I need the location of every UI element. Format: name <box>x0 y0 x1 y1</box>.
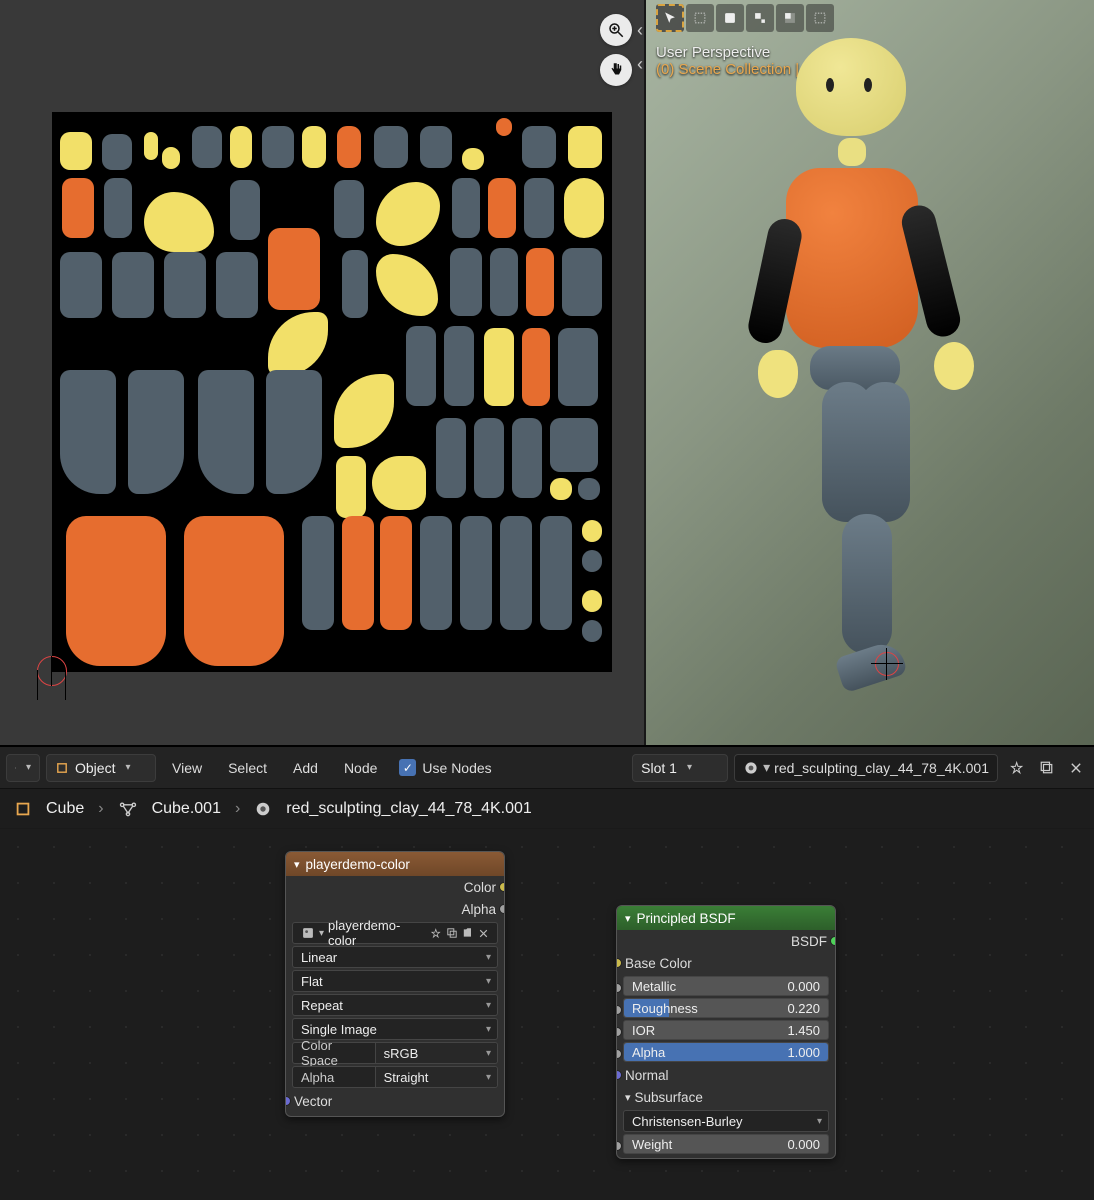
metallic-value-field[interactable]: Metallic 0.000 <box>623 976 829 996</box>
chevron-right-icon: › <box>98 800 103 818</box>
editor-type-dropdown[interactable]: ▾ <box>6 754 40 782</box>
breadcrumb-item[interactable]: red_sculpting_clay_44_78_4K.001 <box>286 800 532 818</box>
material-slot-dropdown[interactable]: Slot 1▾ <box>632 754 728 782</box>
mode-dropdown[interactable]: Object▾ <box>46 754 156 782</box>
node-editor-header: ▾ Object▾ View Select Add Node ✓ Use Nod… <box>0 747 1094 789</box>
new-material-icon[interactable] <box>1034 756 1058 780</box>
viewport-3d-panel[interactable]: User Perspective (0) Scene Collection | … <box>646 0 1094 745</box>
collapse-arrow-icon[interactable]: ‹ <box>637 20 643 41</box>
subsurface-weight-field[interactable]: Weight 0.000 <box>623 1134 829 1154</box>
zoom-button[interactable] <box>600 14 632 46</box>
material-icon <box>254 800 272 818</box>
uv-editor-panel: ‹ ‹ <box>0 0 646 745</box>
node-header[interactable]: ▾ Principled BSDF <box>617 906 835 930</box>
input-basecolor-socket[interactable]: Base Color <box>617 952 835 974</box>
collapse-arrow-icon[interactable]: ‹ <box>637 54 643 75</box>
output-alpha-socket[interactable]: Alpha <box>286 898 504 920</box>
node-canvas[interactable]: ▾ playerdemo-color Color Alpha ▾ playerd… <box>0 829 1094 1196</box>
subsurface-section-toggle[interactable]: ▾ Subsurface <box>617 1086 835 1108</box>
fake-user-icon[interactable] <box>1004 756 1028 780</box>
node-grid-background <box>0 829 1094 1196</box>
pan-button[interactable] <box>600 54 632 86</box>
principled-bsdf-node[interactable]: ▾ Principled BSDF BSDF Base Color Metall… <box>616 905 836 1159</box>
node-path-breadcrumb: Cube › Cube.001 › red_sculpting_clay_44_… <box>0 789 1094 829</box>
source-dropdown[interactable]: Single Image▾ <box>292 1018 498 1040</box>
chevron-right-icon: › <box>235 800 240 818</box>
subsurface-method-dropdown[interactable]: Christensen-Burley▾ <box>623 1110 829 1132</box>
breadcrumb-item[interactable]: Cube <box>46 800 84 818</box>
output-bsdf-socket[interactable]: BSDF <box>617 930 835 952</box>
colorspace-dropdown[interactable]: Color Space sRGB▾ <box>292 1042 498 1064</box>
menu-node[interactable]: Node <box>334 760 387 776</box>
alpha-value-field[interactable]: Alpha 1.000 <box>623 1042 829 1062</box>
uv-texture-canvas[interactable] <box>52 112 612 672</box>
menu-view[interactable]: View <box>162 760 212 776</box>
roughness-value-field[interactable]: Roughness 0.220 <box>623 998 829 1018</box>
input-vector-socket[interactable]: Vector <box>286 1090 504 1112</box>
breadcrumb-item[interactable]: Cube.001 <box>152 800 221 818</box>
unlink-material-icon[interactable] <box>1064 756 1088 780</box>
cursor-2d-icon <box>37 656 67 686</box>
alpha-mode-dropdown[interactable]: Alpha Straight▾ <box>292 1066 498 1088</box>
checkbox-checked-icon[interactable]: ✓ <box>399 759 416 776</box>
projection-dropdown[interactable]: Flat▾ <box>292 970 498 992</box>
menu-add[interactable]: Add <box>283 760 328 776</box>
image-texture-node[interactable]: ▾ playerdemo-color Color Alpha ▾ playerd… <box>285 851 505 1117</box>
extension-dropdown[interactable]: Repeat▾ <box>292 994 498 1016</box>
interpolation-dropdown[interactable]: Linear▾ <box>292 946 498 968</box>
output-color-socket[interactable]: Color <box>286 876 504 898</box>
cursor-3d-icon <box>871 648 903 680</box>
menu-select[interactable]: Select <box>218 760 277 776</box>
image-datablock-field[interactable]: ▾ playerdemo-color <box>292 922 498 944</box>
mesh-icon <box>118 800 138 818</box>
node-editor-panel: ▾ Object▾ View Select Add Node ✓ Use Nod… <box>0 745 1094 1200</box>
material-datablock-field[interactable]: ▾ red_sculpting_clay_44_78_4K.001 <box>734 754 998 782</box>
use-nodes-toggle[interactable]: ✓ Use Nodes <box>393 759 497 776</box>
input-normal-socket[interactable]: Normal <box>617 1064 835 1086</box>
viewport-character-mesh <box>646 0 1094 745</box>
object-icon <box>14 800 32 818</box>
ior-value-field[interactable]: IOR 1.450 <box>623 1020 829 1040</box>
node-header[interactable]: ▾ playerdemo-color <box>286 852 504 876</box>
